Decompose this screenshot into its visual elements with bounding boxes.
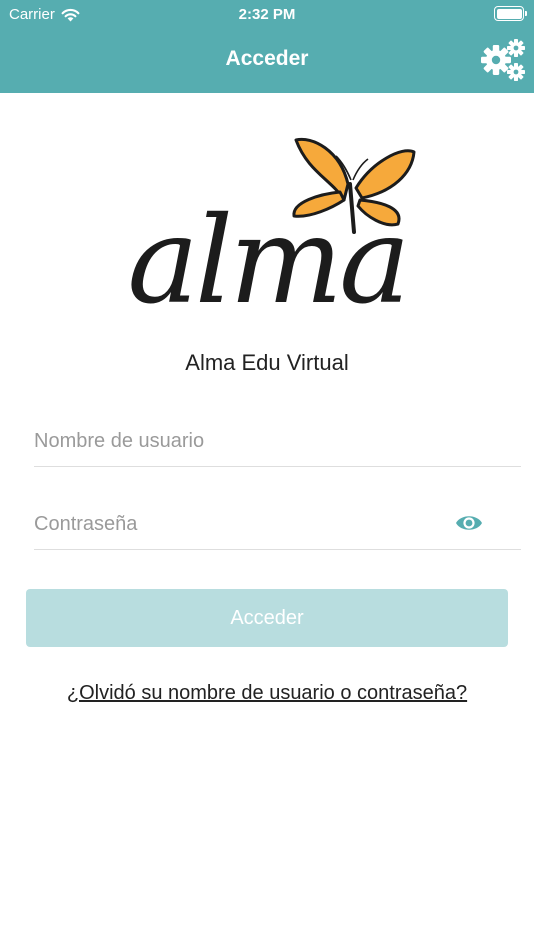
status-bar: Carrier 2:32 PM	[0, 0, 534, 28]
status-time: 2:32 PM	[238, 6, 296, 23]
gears-icon	[481, 39, 525, 81]
app-name-label: Alma Edu Virtual	[185, 350, 349, 375]
settings-button[interactable]	[480, 38, 526, 82]
username-input[interactable]	[34, 417, 521, 466]
password-input[interactable]	[34, 500, 521, 549]
username-field	[34, 417, 521, 467]
battery-icon	[494, 6, 527, 21]
forgot-credentials-link[interactable]: ¿Olvidó su nombre de usuario o contraseñ…	[0, 682, 534, 705]
alma-logo: alma	[82, 132, 452, 331]
show-password-button[interactable]	[455, 512, 483, 534]
page-title: Acceder	[225, 47, 309, 70]
login-button[interactable]: Acceder	[26, 589, 508, 647]
eye-icon	[456, 516, 482, 530]
logo-wordmark: alma	[127, 192, 406, 312]
navigation-bar: Carrier 2:32 PM Acceder	[0, 0, 534, 93]
password-field	[34, 500, 521, 550]
